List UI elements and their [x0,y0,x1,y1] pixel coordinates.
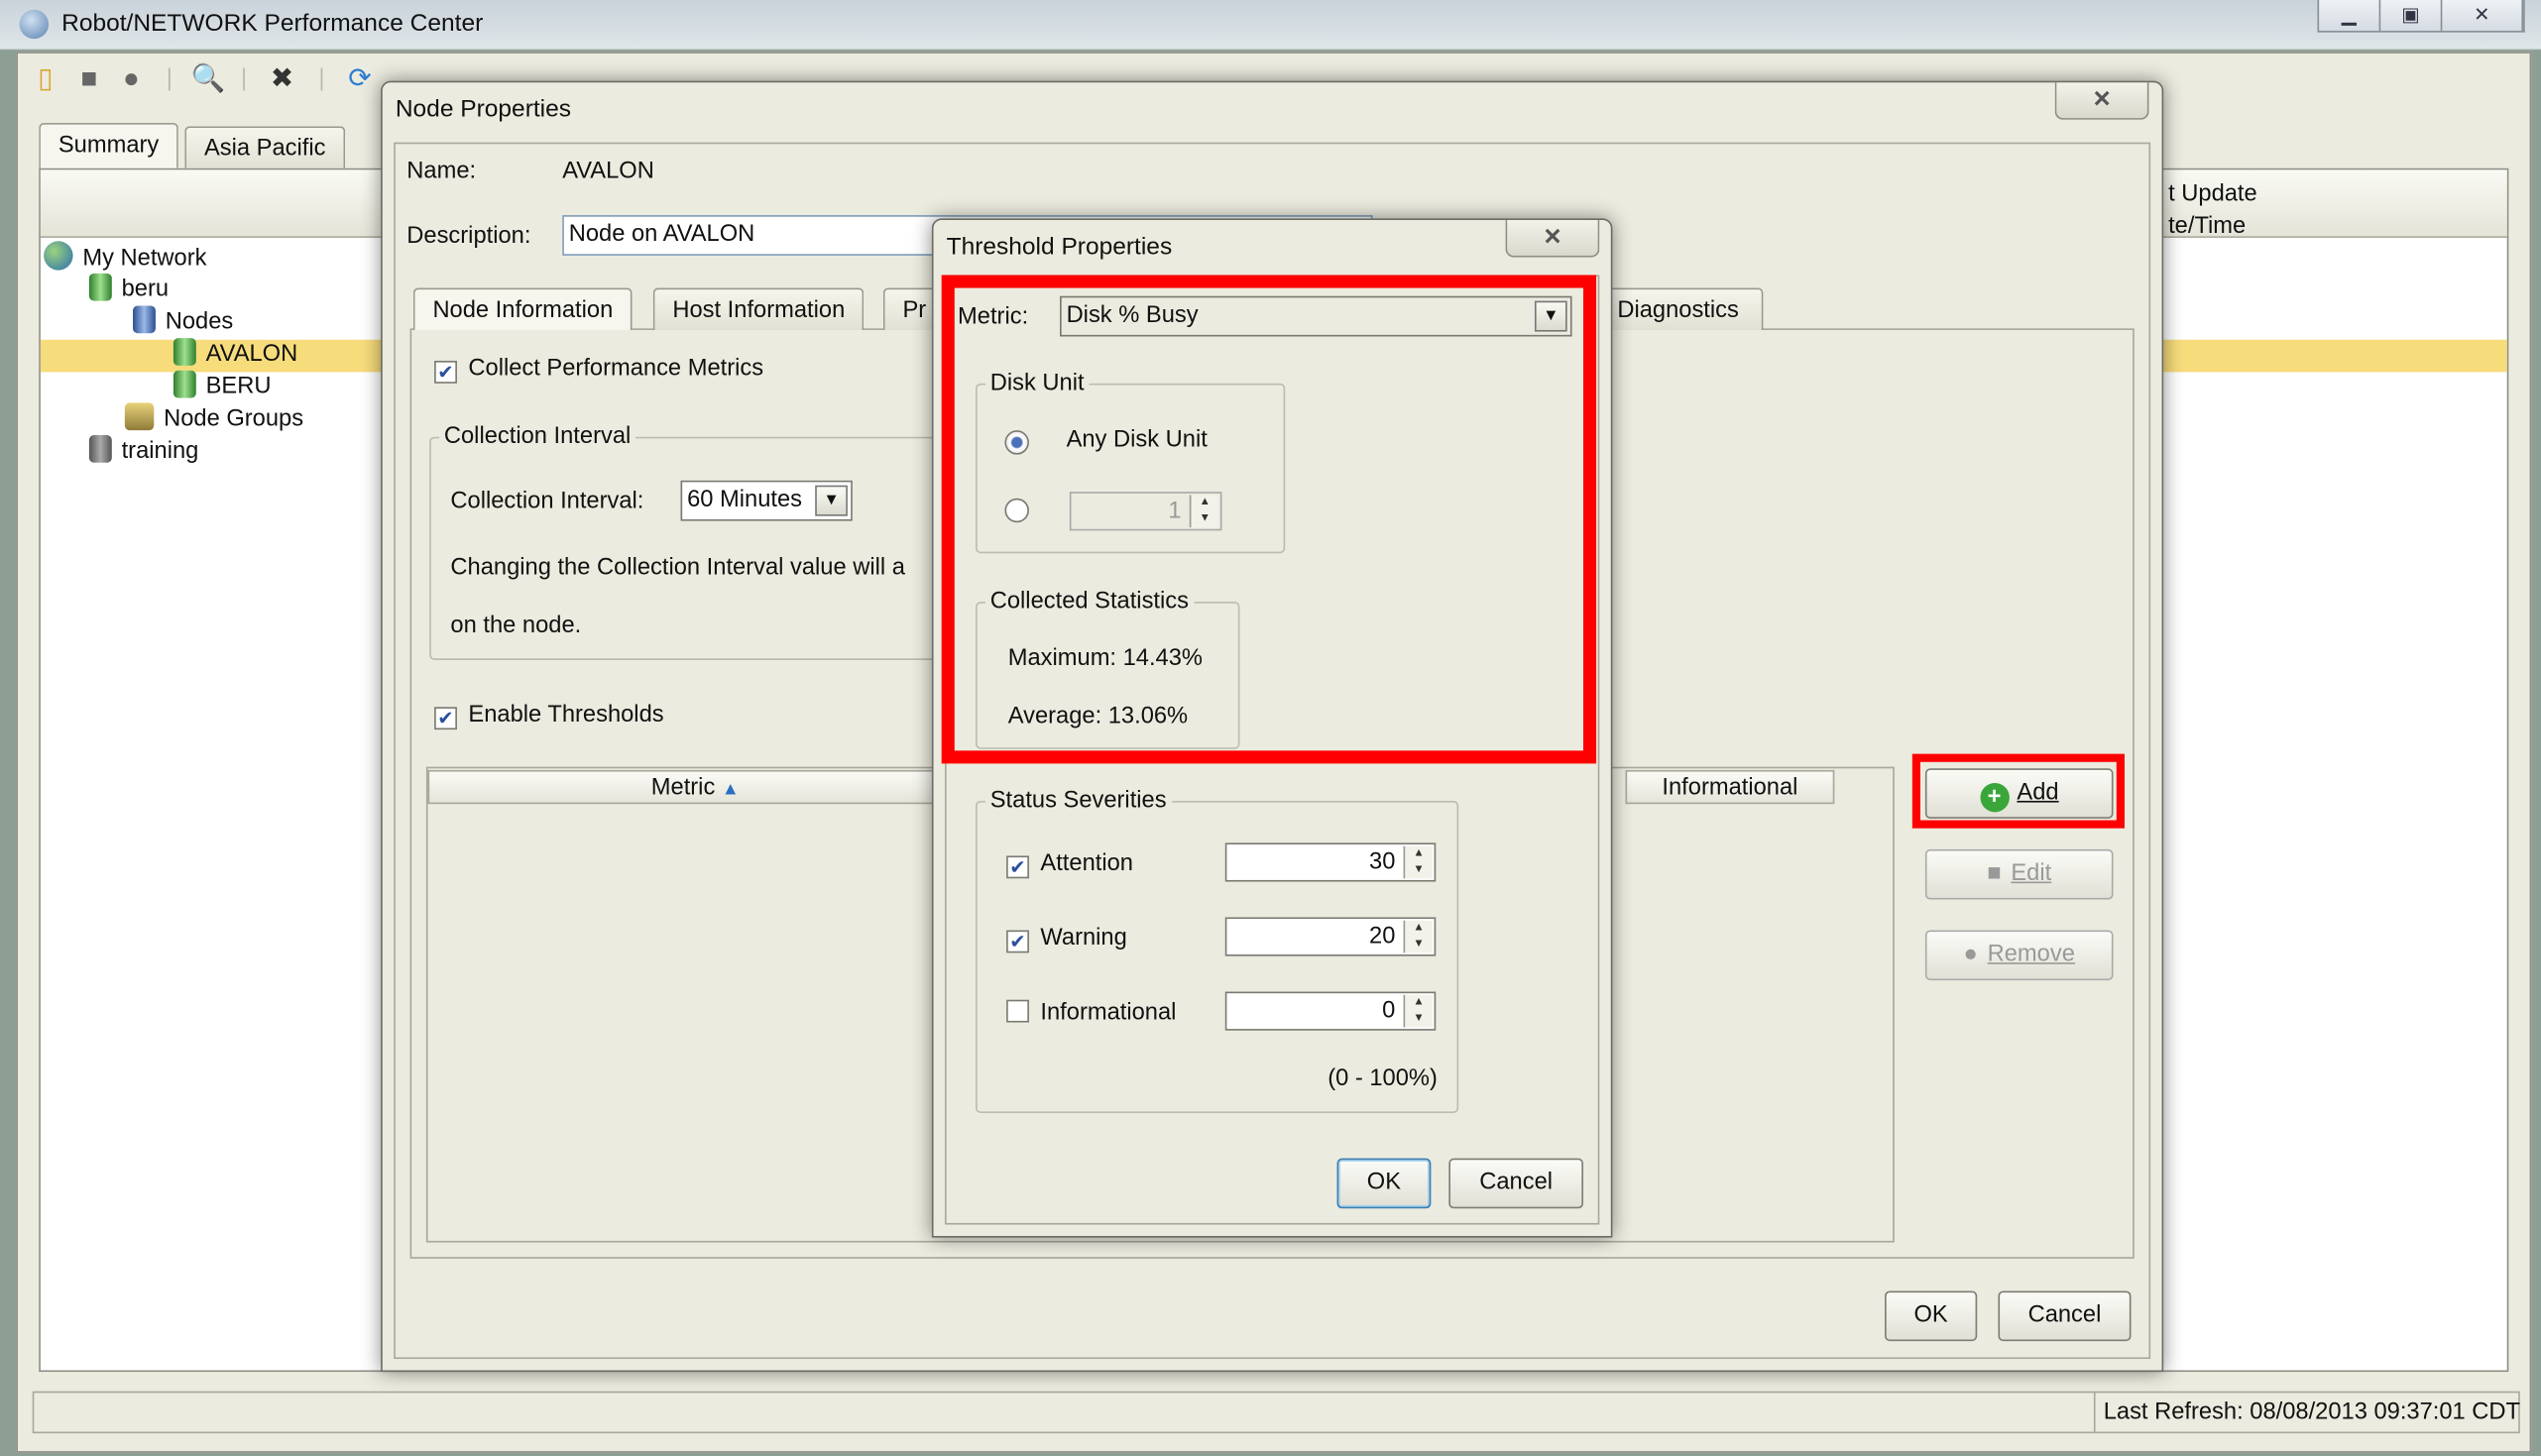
server-icon [88,273,112,301]
delete-icon[interactable]: ● [115,61,148,97]
interval-label: Collection Interval: [450,488,644,515]
tools-icon[interactable]: ✖ [266,61,298,97]
tree-item-my-network[interactable]: My Network [44,241,303,274]
chevron-down-icon: ▼ [815,485,848,516]
new-icon[interactable]: ▯ [29,61,61,97]
remove-button[interactable]: ● Remove [1924,930,2114,981]
cancel-button[interactable]: Cancel [1998,1290,2132,1342]
checkbox-checked: ✔ [434,360,457,384]
close-icon[interactable]: ✕ [2054,82,2149,120]
window-controls: ▁ ▣ ✕ [2317,0,2525,33]
node-icon [173,338,196,366]
remove-icon: ● [1963,941,1978,968]
globe-icon [44,241,73,271]
view-report-icon[interactable]: 🔍 [191,61,226,97]
tab-asia-pacific[interactable]: Asia Pacific [184,126,346,168]
disk-unit-stepper[interactable]: 1 ▲ ▼ [1069,492,1222,531]
dialog-title: Node Properties [395,95,572,124]
edit-button[interactable]: ■ Edit [1924,848,2114,900]
stepper-arrows-icon[interactable]: ▲ ▼ [1403,994,1433,1028]
sort-ascending-icon: ▲ [721,779,740,800]
interval-note: Changing the Collection Interval value w… [450,554,905,581]
threshold-dialog-title: Threshold Properties [946,233,1173,261]
close-window-button[interactable]: ✕ [2442,0,2524,32]
plus-icon: + [1979,782,2010,813]
warning-checkbox[interactable]: ✔ Warning [1006,926,1127,953]
stepper-arrows-icon[interactable]: ▲ ▼ [1189,495,1219,528]
network-tree: My Network beru Nodes AVALON BERU Node G… [44,241,303,468]
informational-checkbox[interactable]: Informational [1006,999,1176,1026]
app-icon [19,9,50,40]
close-icon[interactable]: ✕ [1505,219,1600,258]
name-label: Name: [406,158,477,185]
tree-item-avalon[interactable]: AVALON [173,338,303,371]
toolbar-separator [168,67,171,91]
last-refresh-status: Last Refresh: 08/08/2013 09:37:01 CDT [2093,1393,2520,1432]
interval-note-cont: on the node. [450,613,582,639]
window-title: Robot/NETWORK Performance Center [61,9,484,38]
metric-select[interactable]: Disk % Busy ▼ [1060,295,1572,337]
attention-checkbox[interactable]: ✔ Attention [1006,851,1133,879]
refresh-icon[interactable]: ⟳ [344,61,377,97]
average-stat: Average: 13.06% [1007,704,1189,730]
threshold-ok-button[interactable]: OK [1336,1158,1432,1209]
column-header-informational[interactable]: Informational [1625,769,1835,805]
minimize-button[interactable]: ▁ [2319,0,2381,32]
restore-button[interactable]: ▣ [2380,0,2443,32]
informational-stepper[interactable]: 0 ▲ ▼ [1224,991,1437,1031]
tree-item-node-groups[interactable]: Node Groups [124,402,303,435]
any-disk-unit-radio[interactable] [1004,430,1029,455]
checkbox-checked: ✔ [1006,855,1029,879]
collect-metrics-checkbox[interactable]: ✔ Collect Performance Metrics [434,356,763,384]
name-value: AVALON [562,158,654,185]
ok-button[interactable]: OK [1885,1290,1978,1342]
enable-thresholds-checkbox[interactable]: ✔ Enable Thresholds [434,702,664,730]
chevron-down-icon: ▼ [1534,300,1567,332]
threshold-cancel-button[interactable]: Cancel [1448,1158,1584,1209]
tab-host-information[interactable]: Host Information [652,287,865,330]
metric-label: Metric: [958,303,1029,330]
maximum-stat: Maximum: 14.43% [1007,645,1204,672]
column-header-metric[interactable]: Metric ▲ [427,769,963,805]
tree-item-nodes[interactable]: Nodes [133,305,303,338]
toolbar-separator [243,67,245,91]
tab-node-information[interactable]: Node Information [412,287,633,330]
description-label: Description: [406,223,531,250]
edit-icon: ■ [1987,860,2002,887]
range-note: (0 - 100%) [1328,1065,1438,1092]
tree-item-training[interactable]: training [88,435,303,468]
warning-stepper[interactable]: 20 ▲ ▼ [1224,917,1437,956]
server-icon [88,435,112,463]
desktop: Robot/NETWORK Performance Center ▁ ▣ ✕ ▯… [0,0,2541,1456]
add-button[interactable]: + Add [1924,768,2114,819]
stepper-arrows-icon[interactable]: ▲ ▼ [1403,920,1433,953]
tree-item-beru[interactable]: beru [88,273,303,306]
node-groups-icon [124,402,155,431]
node-icon [173,370,196,398]
checkbox-checked: ✔ [434,707,457,730]
toolbar-separator [320,67,323,91]
column-header-last-update[interactable]: t Update te/Time [2168,178,2257,243]
specific-disk-unit-radio[interactable] [1004,498,1029,523]
interval-select[interactable]: 60 Minutes ▼ [680,480,853,521]
tree-item-beru-node[interactable]: BERU [173,370,303,403]
checkbox-unchecked [1006,999,1029,1023]
stepper-arrows-icon[interactable]: ▲ ▼ [1403,845,1433,879]
tab-summary[interactable]: Summary [39,123,178,168]
nodes-icon [133,305,156,334]
edit-icon[interactable]: ■ [73,61,106,97]
checkbox-checked: ✔ [1006,930,1029,953]
attention-stepper[interactable]: 30 ▲ ▼ [1224,842,1437,882]
any-disk-unit-label: Any Disk Unit [1066,426,1208,454]
tab-diagnostics[interactable]: Diagnostics [1604,287,1764,330]
